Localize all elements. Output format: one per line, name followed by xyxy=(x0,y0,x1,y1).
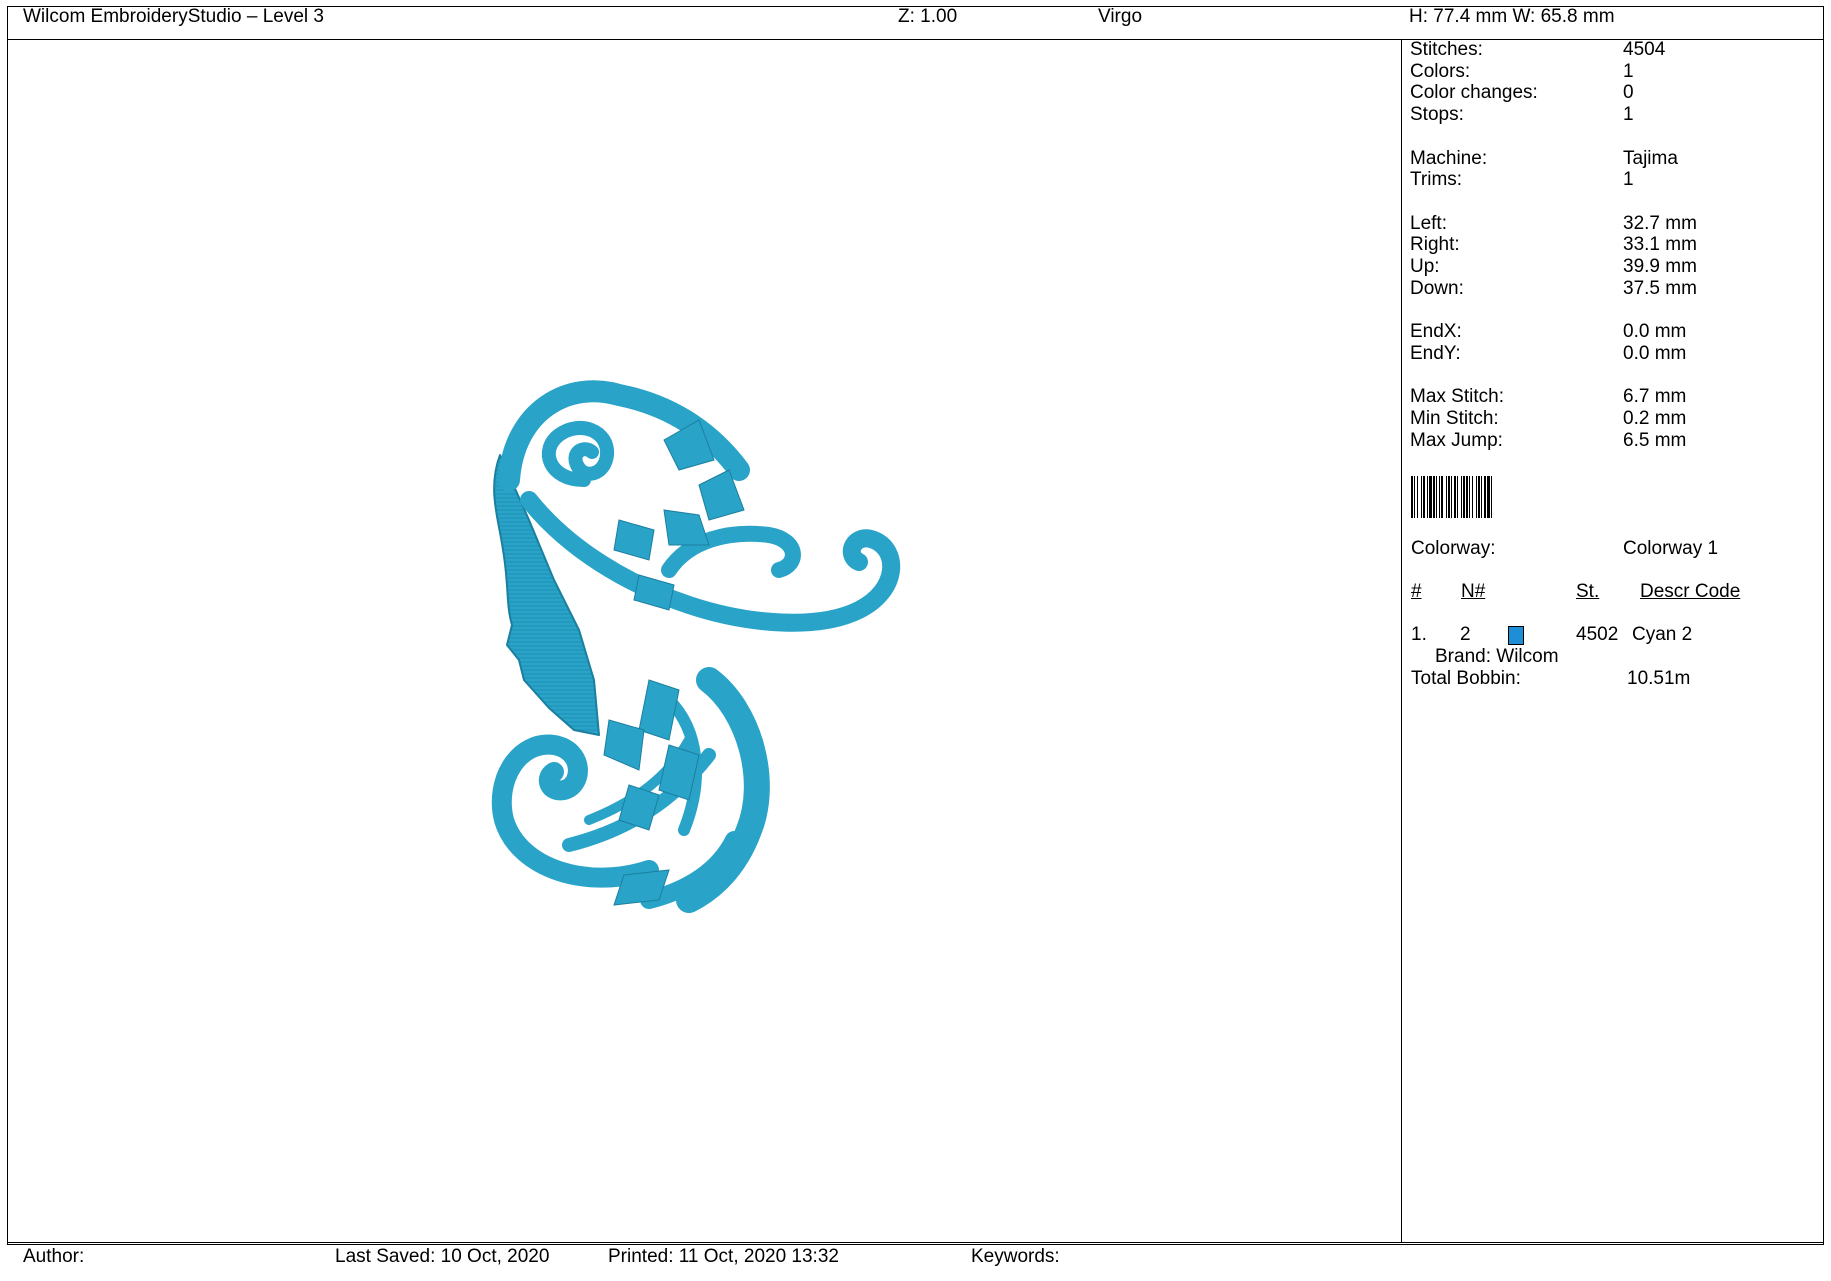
barcode-bar xyxy=(1423,476,1425,518)
col-header-index: # xyxy=(1411,581,1422,602)
stat-label: Color changes: xyxy=(1410,82,1538,104)
barcode-bar xyxy=(1466,476,1468,518)
stat-label: Colors: xyxy=(1410,60,1471,82)
stat-label: Max Stitch: xyxy=(1410,386,1504,408)
design-dimensions: H: 77.4 mm W: 65.8 mm xyxy=(1409,6,1615,27)
stat-label: Left: xyxy=(1410,212,1447,234)
stat-label: EndY: xyxy=(1410,342,1461,364)
barcode-bar xyxy=(1476,476,1477,518)
leaf-shard-4 xyxy=(613,519,655,561)
stat-label: Max Jump: xyxy=(1410,429,1503,451)
row-brand: Brand: Wilcom xyxy=(1435,646,1559,667)
hair-spiral-top xyxy=(541,420,614,487)
barcode-bar xyxy=(1414,476,1415,518)
barcode-bar xyxy=(1441,476,1443,518)
leaf-shard-3 xyxy=(663,509,710,546)
barcode-bar xyxy=(1421,476,1422,518)
barcode-bar xyxy=(1411,476,1413,518)
stat-value: 1 xyxy=(1623,60,1634,82)
info-panel-divider xyxy=(1401,39,1402,1243)
stat-value: 32.7 mm xyxy=(1623,212,1697,234)
stat-value: Tajima xyxy=(1623,147,1678,169)
barcode-bar xyxy=(1481,476,1482,518)
stat-value: 39.9 mm xyxy=(1623,256,1697,277)
face-profile xyxy=(493,454,600,736)
total-bobbin-value: 10.51m xyxy=(1627,668,1691,689)
row-stitches: 4502 xyxy=(1576,624,1619,645)
leaf-shard-7 xyxy=(603,719,645,771)
footer-author: Author: xyxy=(23,1246,85,1267)
leaf-shard-6 xyxy=(638,679,680,741)
footer-printed: Printed: 11 Oct, 2020 13:32 xyxy=(608,1246,839,1267)
app-title: Wilcom EmbroideryStudio – Level 3 xyxy=(23,6,324,27)
stat-label: Machine: xyxy=(1410,147,1488,169)
stat-value: 0.0 mm xyxy=(1623,342,1687,364)
stat-label: Up: xyxy=(1410,256,1440,277)
barcode-bar xyxy=(1472,476,1473,518)
stat-label: Stitches: xyxy=(1410,39,1483,60)
barcode-bar xyxy=(1491,476,1492,518)
stat-label: Right: xyxy=(1410,234,1460,256)
stat-label: EndX: xyxy=(1410,321,1462,343)
row-descr: Cyan 2 xyxy=(1632,624,1693,645)
stat-value: 33.1 mm xyxy=(1623,234,1697,256)
stat-value: 6.5 mm xyxy=(1623,429,1687,451)
barcode-bar xyxy=(1478,476,1480,518)
barcode-bar xyxy=(1461,476,1462,518)
virgo-embroidery-design xyxy=(491,380,901,913)
footer-last-saved: Last Saved: 10 Oct, 2020 xyxy=(335,1246,550,1267)
row-needle: 2 xyxy=(1460,624,1471,645)
design-name: Virgo xyxy=(1098,6,1143,27)
col-header-descr-code: Descr Code xyxy=(1640,581,1741,602)
barcode-bar xyxy=(1451,476,1452,518)
barcode-bar xyxy=(1487,476,1490,518)
stat-label: Down: xyxy=(1410,277,1464,299)
design-canvas xyxy=(9,40,1401,1241)
footer-divider xyxy=(7,1242,1824,1243)
barcode-bar xyxy=(1454,476,1456,518)
stat-label: Min Stitch: xyxy=(1410,407,1499,429)
barcode-bar xyxy=(1469,476,1470,518)
leaf-shard-5 xyxy=(633,574,675,611)
stat-value: 0.2 mm xyxy=(1623,407,1687,429)
barcode-bar xyxy=(1484,476,1486,518)
stat-value: 0.0 mm xyxy=(1623,321,1687,343)
colorway-label: Colorway: xyxy=(1411,538,1496,559)
zoom-level: Z: 1.00 xyxy=(898,6,958,27)
barcode-bar xyxy=(1439,476,1440,518)
stat-value: 37.5 mm xyxy=(1623,277,1697,299)
barcode-bar xyxy=(1429,476,1432,518)
col-header-stitches: St. xyxy=(1576,581,1600,602)
stat-value: 4504 xyxy=(1623,39,1666,60)
stat-label: Trims: xyxy=(1410,169,1463,191)
stat-value: 6.7 mm xyxy=(1623,386,1687,408)
barcode-bar xyxy=(1436,476,1437,518)
row-index: 1. xyxy=(1411,624,1427,645)
colorway-value: Colorway 1 xyxy=(1623,538,1719,559)
barcode-bar xyxy=(1417,476,1418,518)
stat-value: 1 xyxy=(1623,169,1634,191)
barcode-bar xyxy=(1448,476,1450,518)
design-barcode xyxy=(1411,476,1492,518)
col-header-needle: N# xyxy=(1461,581,1486,602)
barcode-bar xyxy=(1427,476,1428,518)
stat-label: Stops: xyxy=(1410,104,1464,126)
barcode-bar xyxy=(1463,476,1465,518)
thread-color-swatch xyxy=(1508,626,1524,645)
footer-keywords: Keywords: xyxy=(971,1246,1060,1267)
barcode-bar xyxy=(1457,476,1458,518)
barcode-bar xyxy=(1446,476,1447,518)
stat-value: 0 xyxy=(1623,82,1634,104)
total-bobbin-label: Total Bobbin: xyxy=(1411,668,1521,689)
barcode-bar xyxy=(1433,476,1435,518)
stat-value: 1 xyxy=(1623,104,1634,126)
